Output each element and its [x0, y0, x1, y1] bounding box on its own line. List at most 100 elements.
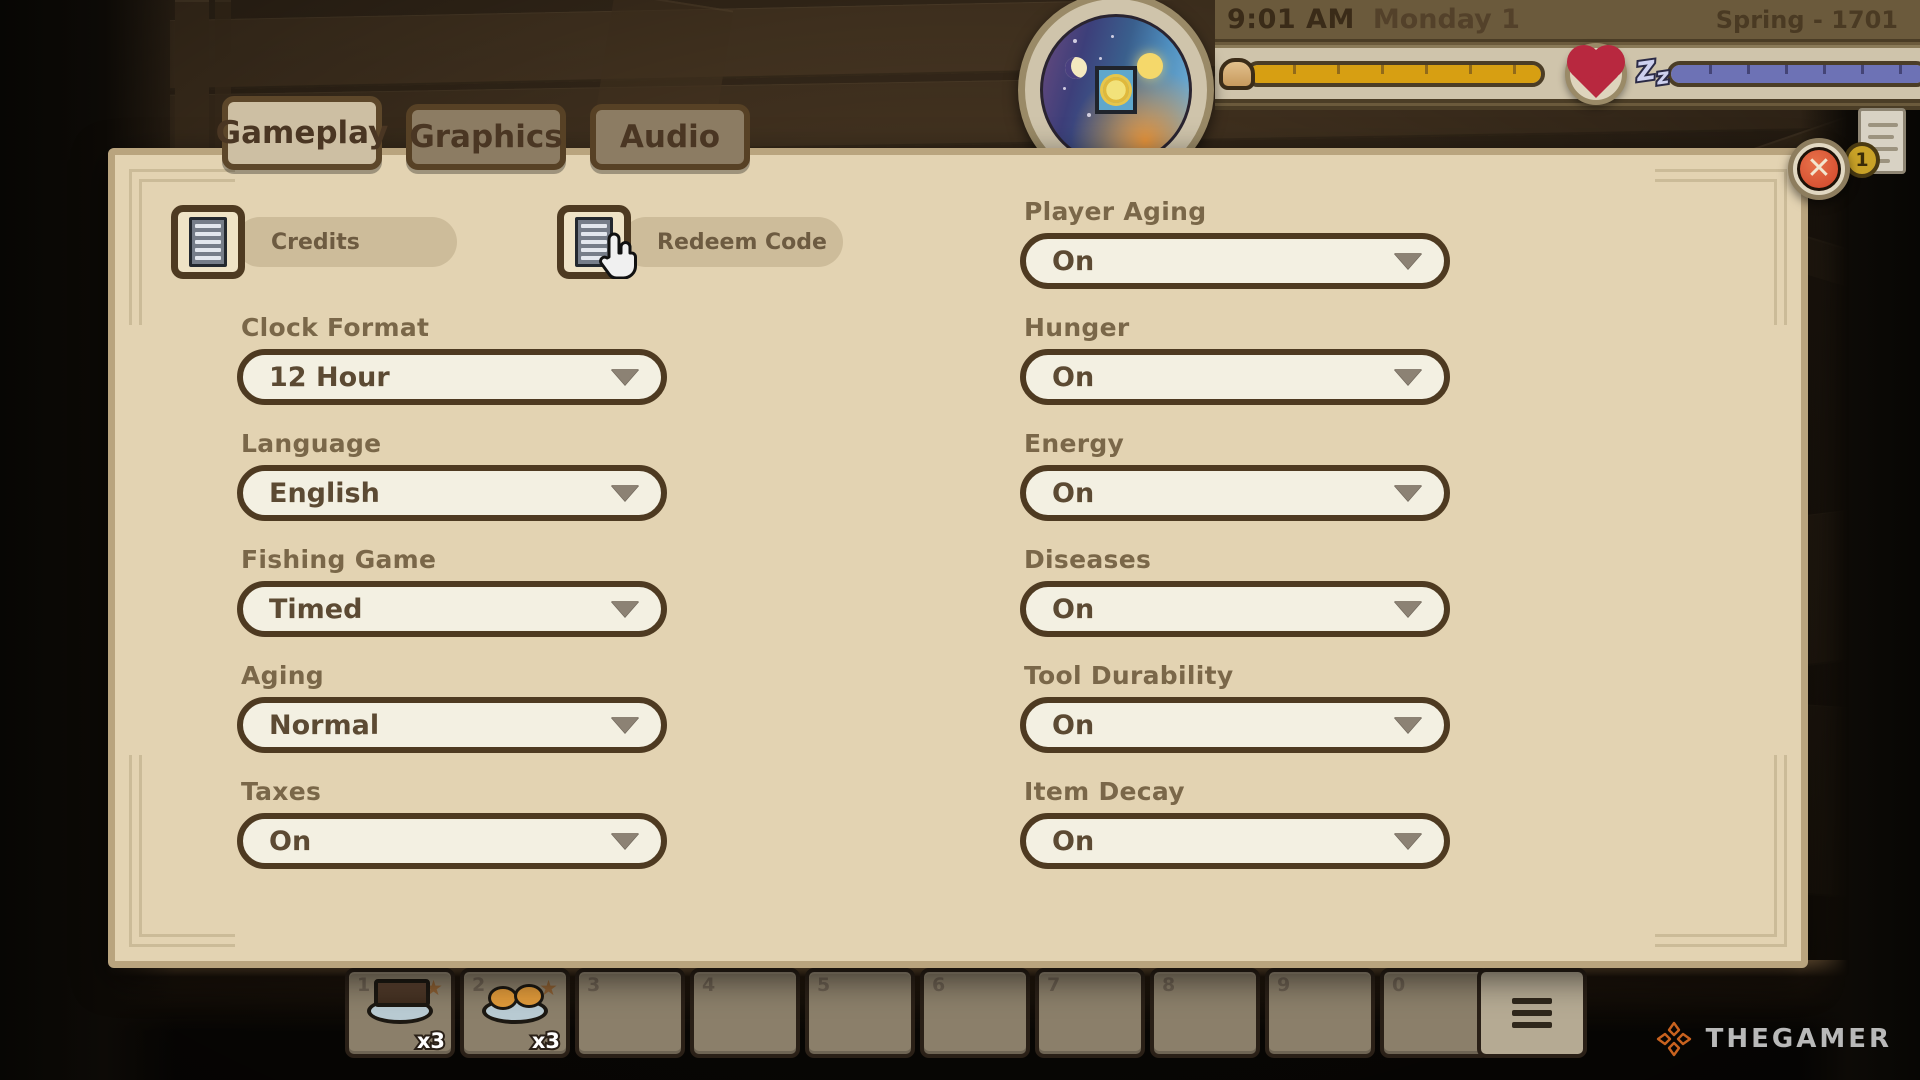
- setting-taxes: Taxes On: [237, 777, 667, 869]
- slot-number: 8: [1162, 974, 1176, 996]
- hunger-dropdown[interactable]: On: [1020, 349, 1450, 405]
- quest-tracker[interactable]: 1: [1844, 108, 1914, 186]
- document-icon: [171, 205, 245, 279]
- settings-panel: ✕ Credits Redeem Code Clock Format 12 Ho…: [108, 138, 1850, 968]
- watermark: THEGAMER: [1655, 1020, 1892, 1058]
- setting-label: Hunger: [1024, 313, 1130, 342]
- hotbar-slot-1[interactable]: 1 ★ x3: [345, 968, 455, 1058]
- aging-dropdown[interactable]: Normal: [237, 697, 667, 753]
- redeem-code-button[interactable]: Redeem Code: [557, 205, 843, 279]
- diseases-dropdown[interactable]: On: [1020, 581, 1450, 637]
- zzz-sleep-icon: Zz: [1633, 54, 1673, 93]
- sun-icon: [1137, 53, 1163, 79]
- setting-label: Diseases: [1024, 545, 1152, 574]
- thegamer-logo-icon: [1656, 1021, 1691, 1057]
- panel-actions: Credits Redeem Code: [171, 205, 843, 279]
- chevron-down-icon: [611, 833, 639, 849]
- chevron-down-icon: [611, 601, 639, 617]
- heart-icon: [1571, 49, 1621, 98]
- clock-day: Monday 1: [1372, 4, 1520, 35]
- chevron-down-icon: [1394, 601, 1422, 617]
- taxes-dropdown[interactable]: On: [237, 813, 667, 869]
- player-aging-dropdown[interactable]: On: [1020, 233, 1450, 289]
- chevron-down-icon: [1394, 369, 1422, 385]
- setting-label: Item Decay: [1024, 777, 1185, 806]
- setting-clock-format: Clock Format 12 Hour: [237, 313, 667, 405]
- setting-energy: Energy On: [1020, 429, 1450, 521]
- slot-number: 7: [1047, 974, 1061, 996]
- chevron-down-icon: [1394, 717, 1422, 733]
- fishing-game-dropdown[interactable]: Timed: [237, 581, 667, 637]
- hotbar-slot-2[interactable]: 2 ★ x3: [460, 968, 570, 1058]
- moon-icon: [1065, 57, 1087, 79]
- close-icon: ✕: [1797, 147, 1841, 191]
- chevron-down-icon: [1394, 833, 1422, 849]
- clock-format-dropdown[interactable]: 12 Hour: [237, 349, 667, 405]
- setting-tool-durability: Tool Durability On: [1020, 661, 1450, 753]
- slot-number: 5: [817, 974, 831, 996]
- setting-aging: Aging Normal: [237, 661, 667, 753]
- energy-dropdown[interactable]: On: [1020, 465, 1450, 521]
- setting-label: Energy: [1024, 429, 1125, 458]
- item-count: x3: [530, 1027, 562, 1055]
- language-dropdown[interactable]: English: [237, 465, 667, 521]
- chevron-down-icon: [1394, 253, 1422, 269]
- slot-number: 2: [472, 974, 486, 996]
- credits-button[interactable]: Credits: [171, 205, 457, 279]
- item-decay-dropdown[interactable]: On: [1020, 813, 1450, 869]
- dropdown-value: On: [1052, 477, 1095, 509]
- chevron-down-icon: [611, 369, 639, 385]
- settings-column-left: Clock Format 12 Hour Language English Fi…: [237, 313, 667, 893]
- slot-number: 3: [587, 974, 601, 996]
- setting-fishing-game: Fishing Game Timed: [237, 545, 667, 637]
- menu-button[interactable]: [1477, 968, 1587, 1058]
- dropdown-value: On: [1052, 245, 1095, 277]
- hotbar-slot-4[interactable]: 4: [690, 968, 800, 1058]
- hotbar-slot-3[interactable]: 3: [575, 968, 685, 1058]
- dropdown-value: Timed: [269, 593, 363, 625]
- frame-gap: [1757, 325, 1797, 755]
- slot-number: 4: [702, 974, 716, 996]
- hotbar-slot-6[interactable]: 6: [920, 968, 1030, 1058]
- dropdown-value: 12 Hour: [269, 361, 390, 393]
- energy-bar: [1667, 60, 1920, 87]
- item-count: x3: [415, 1027, 447, 1055]
- watermark-text: THEGAMER: [1705, 1024, 1892, 1054]
- season-year: Spring - 1701: [1715, 5, 1898, 34]
- frame-gap: [235, 917, 1655, 957]
- dropdown-value: On: [1052, 709, 1095, 741]
- setting-language: Language English: [237, 429, 667, 521]
- setting-label: Fishing Game: [241, 545, 437, 574]
- frame-gap: [119, 325, 159, 755]
- chevron-down-icon: [611, 717, 639, 733]
- hud-meters-row: Zz: [1215, 42, 1920, 105]
- energy-meter: Zz: [1633, 54, 1920, 92]
- tab-graphics[interactable]: Graphics: [406, 104, 566, 170]
- health-indicator: [1565, 42, 1627, 105]
- setting-label: Taxes: [241, 777, 322, 806]
- hotbar-slot-9[interactable]: 9: [1265, 968, 1375, 1058]
- bread-icon: [1217, 54, 1257, 94]
- slot-number: 0: [1392, 974, 1406, 996]
- hotbar: 1 ★ x3 2 ★ x3 3 4 5 6 7 8 9 0: [345, 968, 1490, 1058]
- hotbar-slot-8[interactable]: 8: [1150, 968, 1260, 1058]
- dropdown-value: English: [269, 477, 380, 509]
- credits-label: Credits: [235, 217, 457, 267]
- close-button[interactable]: ✕: [1788, 138, 1850, 200]
- setting-diseases: Diseases On: [1020, 545, 1450, 637]
- clock-time: 9:01 AM: [1227, 4, 1355, 35]
- settings-column-right: Player Aging On Hunger On Energy On Dise…: [1020, 197, 1450, 893]
- setting-hunger: Hunger On: [1020, 313, 1450, 405]
- setting-label: Tool Durability: [1024, 661, 1234, 690]
- tool-durability-dropdown[interactable]: On: [1020, 697, 1450, 753]
- hunger-meter: [1219, 57, 1545, 90]
- hotbar-slot-7[interactable]: 7: [1035, 968, 1145, 1058]
- dropdown-value: On: [1052, 825, 1095, 857]
- tab-audio[interactable]: Audio: [590, 104, 750, 170]
- dropdown-value: Normal: [269, 709, 380, 741]
- chevron-down-icon: [611, 485, 639, 501]
- slot-number: 1: [357, 974, 371, 996]
- hud-status-row: 9:01 AM Monday 1 Spring - 1701: [1215, 0, 1920, 42]
- hotbar-slot-5[interactable]: 5: [805, 968, 915, 1058]
- tab-gameplay[interactable]: Gameplay: [216, 96, 388, 170]
